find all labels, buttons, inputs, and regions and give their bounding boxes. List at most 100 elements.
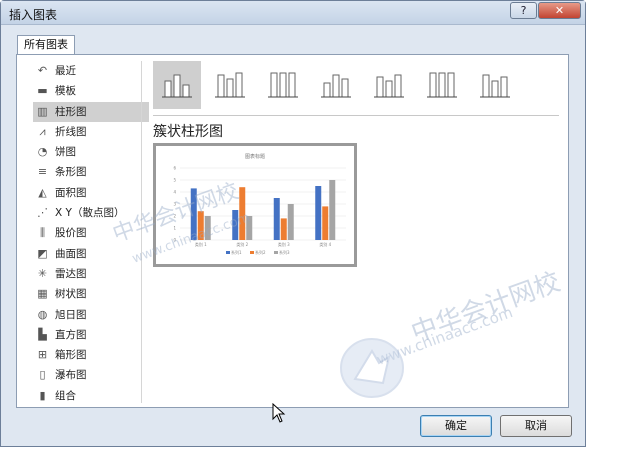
x-tick-label: 类别 1 [195,241,207,247]
bar [232,210,239,240]
sidebar-item[interactable]: ◔ 饼图 [33,142,149,162]
bar [190,188,197,240]
variant-bar [164,80,172,98]
sidebar-item[interactable]: ▮ 组合 [33,386,149,406]
sidebar-item[interactable]: ⊞ 箱形图 [33,345,149,365]
line-chart-icon: ⩘ [39,124,46,138]
title-bar: 插入图表 ? ✕ [1,1,585,25]
variant-bar [447,72,455,98]
mouse-cursor-icon [272,403,286,423]
y-tick-label: 4 [173,190,176,195]
chart-preview[interactable]: 0 1 2 3 4 5 6 图表标题 类别 1 类别 2 类别 3 类别 4 系列1 系列2 系列3 [153,143,357,267]
sidebar-item-label: X Y（散点图） [55,207,125,220]
bar [315,186,322,240]
column-chart-icon [268,72,298,98]
bar [329,180,336,240]
y-tick-label: 5 [173,178,176,183]
sidebar-item-label: 树状图 [55,288,87,301]
clustered-column-variant[interactable] [153,61,201,109]
sidebar-item[interactable]: ▥ 柱形图 [33,101,149,122]
sidebar-item[interactable]: ⋰ X Y（散点图） [33,203,149,223]
sidebar-item-label: 雷达图 [55,267,87,280]
variant-bar [341,78,349,98]
sidebar-item-label: 直方图 [55,328,87,341]
surface-chart-icon: ◩ [37,246,48,260]
sidebar-item[interactable]: ⫼ 股价图 [33,223,149,243]
legend-swatch [250,251,254,254]
variant-bar [279,72,287,98]
sidebar-item-label: 最近 [55,65,76,77]
ok-button[interactable]: 确定 [420,415,492,437]
cancel-button[interactable]: 取消 [500,415,572,437]
variant-bar [270,72,278,98]
variant-bar [394,74,402,98]
3d-clustered-column-variant[interactable] [312,61,360,109]
legend-swatch [274,251,278,254]
variant-bar [385,80,393,98]
sidebar-item[interactable]: ▬ 模板 [33,81,149,101]
bar [204,216,211,240]
legend-label: 系列3 [279,249,290,255]
bar [287,204,294,240]
combo-chart-icon: ▮ [39,388,46,402]
3d-column-variant[interactable] [471,61,519,109]
column-chart-icon [215,72,245,98]
variant-bar [235,72,243,98]
insert-chart-dialog: 插入图表 ? ✕ 所有图表 ↶ 最近 ▬ 模板 ▥ 柱形图 ⩘ 折线图 ◔ 饼图 ≡ 条形图 ◭ 面积图 ⋰… [0,0,586,447]
sidebar-item-label: 旭日图 [55,308,87,321]
variant-bar [491,80,499,98]
3d-stacked-column-variant[interactable] [365,61,413,109]
waterfall-chart-icon: ▯ [39,368,46,382]
chart-title: 图表标题 [245,153,265,160]
bar [246,216,253,240]
tab-all-charts[interactable]: 所有图表 [17,35,75,55]
sidebar-item[interactable]: ↶ 最近 [33,61,149,81]
divider [153,115,559,116]
stacked-column-variant[interactable] [206,61,254,109]
help-button[interactable]: ? [510,2,537,19]
bar [273,198,280,240]
close-button[interactable]: ✕ [538,2,581,19]
dialog-title: 插入图表 [9,8,58,22]
sidebar-item[interactable]: ▙ 直方图 [33,325,149,345]
variant-bar [226,78,234,98]
bar [239,187,246,240]
legend-label: 系列2 [255,249,266,255]
sidebar-item[interactable]: ≡ 条形图 [33,162,149,182]
variant-bar [482,74,490,98]
watermark-logo [340,338,404,398]
x-tick-label: 类别 3 [278,241,290,247]
bar [280,218,287,240]
y-tick-label: 0 [173,238,176,243]
sidebar-item-label: 折线图 [55,125,87,138]
sidebar-item-label: 股价图 [55,227,87,240]
variant-bar [217,74,225,98]
variant-bar [182,84,190,98]
variant-bar [500,76,508,98]
sidebar-item-label: 曲面图 [55,247,87,260]
recent-icon: ↶ [37,64,48,77]
sidebar-item-label: 箱形图 [55,349,87,362]
sidebar-item[interactable]: ▦ 树状图 [33,284,149,304]
sidebar-item[interactable]: ▯ 瀑布图 [33,365,149,385]
radar-chart-icon: ✳ [37,266,48,280]
100-stacked-column-variant[interactable] [259,61,307,109]
chart-panel: ↶ 最近 ▬ 模板 ▥ 柱形图 ⩘ 折线图 ◔ 饼图 ≡ 条形图 ◭ 面积图 ⋰ X Y（散点图） ⫼ 股价图 ◩ 曲… [16,54,569,423]
sidebar-item[interactable]: ◍ 旭日图 [33,305,149,325]
y-tick-label: 1 [173,226,176,231]
variant-bar [376,76,384,98]
variant-bar [323,82,331,98]
sidebar-item[interactable]: ◩ 曲面图 [33,244,149,264]
variant-bar [332,74,340,98]
box-whisker-chart-icon: ⊞ [37,348,48,362]
area-chart-icon: ◭ [38,185,47,199]
template-folder-icon: ▬ [37,84,48,98]
sidebar-item[interactable]: ⩘ 折线图 [33,122,149,142]
sidebar-item[interactable]: ◭ 面积图 [33,183,149,203]
treemap-chart-icon: ▦ [37,287,48,301]
bar [197,211,204,240]
3d-100-stacked-column-variant[interactable] [418,61,466,109]
sidebar-item[interactable]: ✳ 雷达图 [33,264,149,284]
stock-chart-icon: ⫼ [39,226,46,240]
sidebar-item-label: 组合 [55,389,76,402]
